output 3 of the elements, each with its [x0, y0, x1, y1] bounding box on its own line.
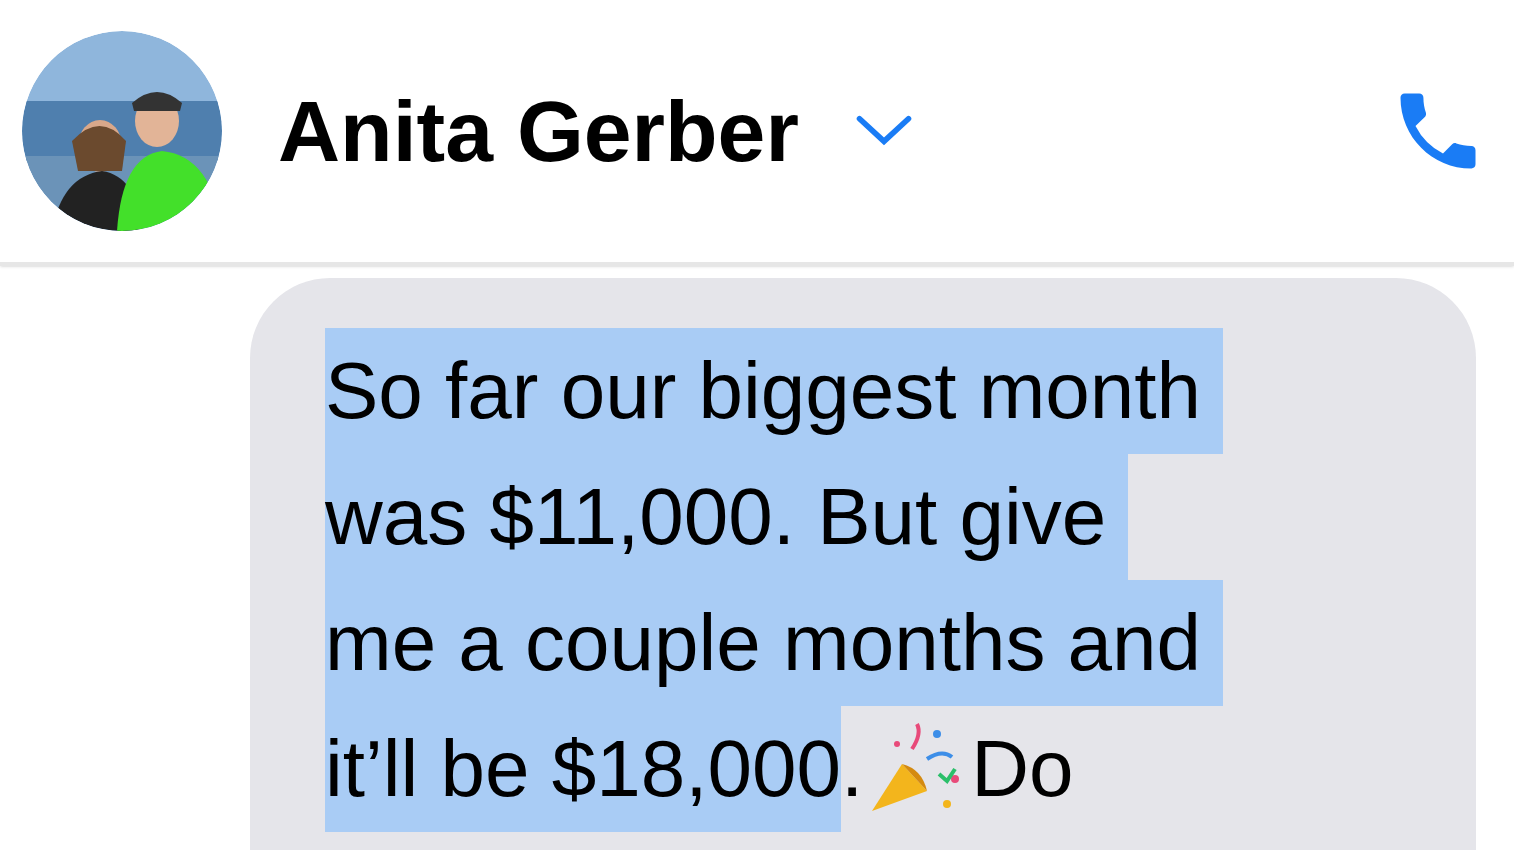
message-text: So far our biggest month was $11,000. But give me a couple months and it’ll be $18,000. Do [325, 328, 1224, 832]
contact-name: Anita Gerber [278, 88, 799, 174]
chevron-down-icon[interactable] [854, 115, 913, 147]
